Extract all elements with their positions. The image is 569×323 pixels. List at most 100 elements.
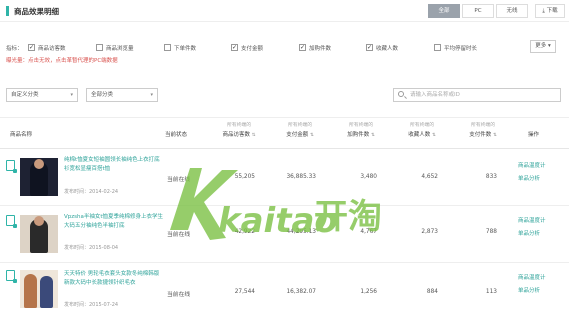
checkbox-label: 商品访客数 [38, 46, 66, 52]
custom-category-select[interactable]: 自定义分类 ▾ [6, 88, 78, 102]
product-name-link[interactable]: 纯棉t恤夏女短袖圆领长袖纯色上衣打底衫宽松显瘦百搭t恤 [64, 156, 164, 174]
sort-icon: ⇅ [309, 133, 314, 138]
header-sub: 所有终端的 [410, 123, 434, 128]
single-product-analysis-link[interactable]: 单品分析 [518, 285, 546, 298]
header-status: 当前状态 [165, 132, 188, 138]
search-placeholder: 请输入商品名称或ID [410, 92, 460, 98]
header-cart-count[interactable]: 所有终端的 加购件数 ⇅ [336, 121, 386, 138]
checkbox-label: 加购件数 [309, 46, 332, 52]
checkbox-avg-stay[interactable]: 平均停留时长 [434, 44, 477, 52]
cell-pay-amount: 36,885.33 [286, 174, 316, 180]
indicator-label: 指标： [6, 46, 23, 52]
header-pay-amount[interactable]: 所有终端的 支付金额 ⇅ [275, 121, 325, 138]
product-link-icon[interactable] [6, 215, 17, 228]
header-sub: 所有终端的 [288, 123, 312, 128]
more-dropdown[interactable]: 更多 ▾ [530, 40, 556, 53]
cell-pay-amount: 44,295.13 [286, 229, 316, 235]
more-label: 更多 [535, 43, 547, 49]
publish-time: 发布时间：2015-07-24 [64, 302, 119, 308]
header-sub: 所有终端的 [471, 123, 495, 128]
product-thermometer-link[interactable]: 商品温度计 [518, 272, 546, 285]
table-header: 商品名称 当前状态 所有终端的商品访客数 ⇅ 所有终端的 支付金额 ⇅ 所有终端的… [0, 117, 569, 149]
panel-header: 商品效果明细 全部 PC 无线 ⤓ 下载 [0, 0, 569, 22]
select-value: 自定义分类 [11, 92, 39, 98]
chevron-down-icon: ▾ [150, 92, 153, 98]
cell-favorites: 884 [426, 289, 438, 295]
header-sub: 所有终端的 [349, 123, 373, 128]
download-icon: ⤓ [542, 8, 545, 14]
checkbox-box [96, 44, 103, 51]
checkbox-box: ✓ [299, 44, 306, 51]
segment-pc[interactable]: PC [462, 4, 494, 18]
single-product-analysis-link[interactable]: 单品分析 [518, 228, 546, 241]
checkbox-cart-count[interactable]: ✓ 加购件数 [299, 44, 331, 52]
checkbox-order-count[interactable]: 下单件数 [164, 44, 196, 52]
checkbox-box [434, 44, 441, 51]
publish-time: 发布时间：2015-08-04 [64, 245, 119, 251]
product-thermometer-link[interactable]: 商品温度计 [518, 160, 546, 173]
checkbox-box: ✓ [231, 44, 238, 51]
checkbox-favorites[interactable]: ✓ 收藏人数 [366, 44, 398, 52]
checkbox-visitors[interactable]: ✓ 商品访客数 [28, 44, 66, 52]
product-link-icon[interactable] [6, 160, 17, 173]
all-category-select[interactable]: 全部分类 ▾ [86, 88, 158, 102]
checkbox-label: 收藏人数 [376, 46, 399, 52]
header-product-name: 商品名称 [10, 132, 33, 138]
header-sub: 所有终端的 [227, 123, 251, 128]
checkbox-pageviews[interactable]: 商品浏览量 [96, 44, 134, 52]
exposure-hint: 曝光量：点击无效，点击革暂代理的PC端数据 [6, 58, 118, 64]
cell-favorites: 4,652 [421, 174, 438, 180]
download-button[interactable]: ⤓ 下载 [535, 4, 565, 18]
checkbox-label: 平均停留时长 [444, 46, 478, 52]
checkbox-box [164, 44, 171, 51]
header-visitors[interactable]: 所有终端的商品访客数 ⇅ [214, 121, 264, 138]
status-text: 当前在线 [167, 177, 191, 183]
cell-pay-count: 833 [485, 174, 497, 180]
single-product-analysis-link[interactable]: 单品分析 [518, 173, 546, 186]
title-accent-bar [6, 6, 9, 16]
header-label: 商品访客数 [222, 132, 250, 138]
product-thumbnail[interactable] [20, 215, 58, 253]
header-pay-count[interactable]: 所有终端的 支付件数 ⇅ [458, 121, 508, 138]
search-icon [398, 91, 404, 97]
header-operation: 操作 [528, 132, 540, 138]
product-name-link[interactable]: Vpzsha半袖女t恤夏季纯棉修身上衣学生大码五分袖纯色半袖打底 [64, 213, 164, 231]
download-label: 下载 [546, 8, 558, 14]
cell-visitors: 42,922 [234, 229, 255, 235]
publish-time: 发布时间：2014-02-24 [64, 189, 119, 195]
cell-pay-count: 788 [485, 229, 497, 235]
select-value: 全部分类 [91, 92, 114, 98]
product-link-icon[interactable] [6, 270, 17, 283]
operation-links: 商品温度计 单品分析 [518, 215, 546, 241]
operation-links: 商品温度计 单品分析 [518, 160, 546, 186]
sort-icon: ⇅ [492, 133, 497, 138]
checkbox-box: ✓ [366, 44, 373, 51]
header-label: 加购件数 [347, 132, 370, 138]
chevron-down-icon: ▾ [70, 92, 73, 98]
product-thermometer-link[interactable]: 商品温度计 [518, 215, 546, 228]
chevron-down-icon: ▾ [548, 43, 551, 49]
operation-links: 商品温度计 单品分析 [518, 272, 546, 298]
product-search-input[interactable]: 请输入商品名称或ID [393, 88, 561, 102]
cell-visitors: 27,544 [234, 289, 255, 295]
product-thumbnail[interactable] [20, 158, 58, 196]
product-effect-panel: 商品效果明细 全部 PC 无线 ⤓ 下载 指标： ✓ 商品访客数 商品浏览量 下单… [0, 0, 569, 323]
status-text: 当前在线 [167, 292, 191, 298]
checkbox-pay-amount[interactable]: ✓ 支付金额 [231, 44, 263, 52]
checkbox-label: 商品浏览量 [106, 46, 134, 52]
segment-wireless[interactable]: 无线 [496, 4, 528, 18]
status-text: 当前在线 [167, 232, 191, 238]
table-row: Vpzsha半袖女t恤夏季纯棉修身上衣学生大码五分袖纯色半袖打底 发布时间：20… [0, 207, 569, 263]
product-name-link[interactable]: 天天特价 男轮毛衣套头女款冬纯棉韩版新款大码中长款捷领针织毛衣 [64, 270, 164, 288]
checkbox-box: ✓ [28, 44, 35, 51]
cell-cart-count: 4,767 [360, 229, 377, 235]
segment-all[interactable]: 全部 [428, 4, 460, 18]
cell-pay-count: 113 [485, 289, 497, 295]
sort-icon: ⇅ [431, 133, 436, 138]
sort-icon: ⇅ [251, 133, 256, 138]
product-thumbnail[interactable] [20, 270, 58, 308]
cell-pay-amount: 16,382.07 [286, 289, 316, 295]
header-label: 收藏人数 [408, 132, 431, 138]
header-favorites[interactable]: 所有终端的收藏人数 ⇅ [397, 121, 447, 138]
cell-cart-count: 3,480 [360, 174, 377, 180]
